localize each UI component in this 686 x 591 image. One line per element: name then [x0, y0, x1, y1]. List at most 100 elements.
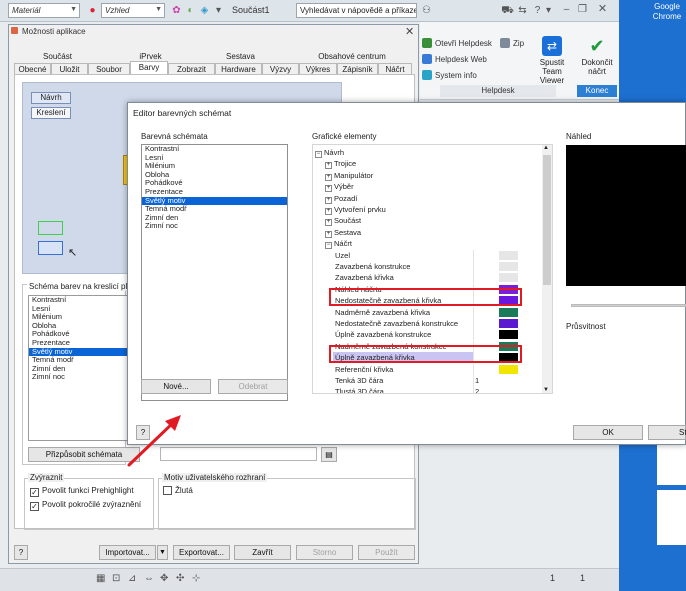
line-width-value[interactable]: 1 [475, 375, 479, 386]
prehighlight-checkbox[interactable]: ✓ Povolit funkci Prehighlight [30, 486, 134, 497]
expand-icon[interactable]: + [325, 230, 332, 238]
tree-row[interactable]: Zavazbená křivka [313, 272, 543, 284]
dimension-icon[interactable]: ⇔ [144, 573, 154, 584]
collapse-icon[interactable]: − [325, 242, 332, 250]
connect-icon[interactable]: ⇆ [516, 4, 529, 17]
expand-icon[interactable]: + [325, 185, 332, 193]
color-swatch[interactable] [499, 364, 518, 374]
new-scheme-button[interactable]: Nové... [141, 379, 211, 394]
remove-scheme-button[interactable]: Odebrat [218, 379, 288, 394]
apply-button[interactable]: Použít [358, 545, 415, 560]
tree-row[interactable]: + Výběr [313, 181, 543, 193]
preview-drawing-button[interactable]: Kreslení [31, 107, 71, 119]
chrome-shortcut-label[interactable]: Google Chrome [648, 2, 686, 22]
tree-row[interactable]: Nadměrně zavazbená křivka [313, 306, 543, 318]
tree-row[interactable]: − Návrh [313, 147, 543, 158]
tab-sestava[interactable]: Sestava [213, 51, 268, 62]
clear-appearance-icon[interactable]: ◐ [184, 4, 197, 17]
tree-row[interactable]: + Součást [313, 215, 543, 227]
move-icon[interactable]: ✣ [176, 573, 184, 584]
finish-sketch-button[interactable]: ✔ Dokončit náčrt [577, 36, 617, 76]
tab-hardware[interactable]: Hardware [215, 63, 262, 74]
list-item[interactable]: Kontrastní [142, 144, 287, 154]
tab-zapisnik[interactable]: Zápisník [337, 63, 378, 74]
expand-icon[interactable]: + [325, 173, 332, 181]
tab-vyzvy[interactable]: Výzvy [262, 63, 299, 74]
grid-icon[interactable]: ▦ [96, 573, 105, 584]
tree-scrollbar[interactable]: ▲ ▼ [542, 145, 552, 393]
zip-button[interactable]: Zip [500, 38, 524, 48]
tree-row[interactable]: + Vytvoření prvku [313, 204, 543, 215]
user-icon[interactable]: ⚇ [420, 4, 433, 17]
scrollbar-thumb[interactable] [543, 155, 551, 285]
close-button[interactable]: Zavřít [234, 545, 291, 560]
list-item[interactable]: Zimní noc [29, 373, 127, 382]
expand-icon[interactable]: + [325, 208, 332, 215]
tree-row[interactable]: − Náčrt [313, 238, 543, 250]
color-swatch[interactable] [499, 307, 518, 317]
expand-icon[interactable]: + [325, 162, 332, 170]
close-icon[interactable]: ✕ [405, 25, 414, 38]
team-viewer-button[interactable]: ⇄ Spustit Team Viewer [530, 36, 574, 85]
expand-icon[interactable]: + [325, 219, 332, 227]
system-info-button[interactable]: System info [422, 70, 477, 80]
tree-row[interactable]: Zavazbená konstrukce [313, 261, 543, 272]
color-override-icon[interactable]: ✿ [170, 4, 183, 17]
tab-nacrt[interactable]: Náčrt [378, 63, 412, 74]
collapse-icon[interactable]: − [315, 151, 322, 158]
cancel-button[interactable]: Storno [296, 545, 353, 560]
cancel-button[interactable]: Sto [648, 425, 686, 440]
open-helpdesk-button[interactable]: Otevři Helpdesk [422, 38, 492, 48]
tree-row[interactable]: Referenční křivka [313, 363, 543, 375]
material-combo[interactable]: Materiál ▼ [8, 3, 80, 18]
restore-icon[interactable]: ❐ [576, 3, 589, 16]
schema-list[interactable]: Kontrastní Lesní Milénium Obloha Pohádko… [28, 295, 128, 441]
chevron-up-icon[interactable]: ▲ [543, 145, 549, 151]
more-appearance-icon[interactable]: ▾ [212, 4, 225, 17]
tab-soucast[interactable]: Součást [30, 51, 85, 62]
tab-vykres[interactable]: Výkres [299, 63, 337, 74]
tree-row[interactable]: + Trojice [313, 158, 543, 170]
snap-icon[interactable]: ⊡ [112, 573, 120, 584]
tree-row[interactable]: Nedostatečně zavazbená konstrukce [313, 318, 543, 329]
list-item[interactable]: Zimní noc [142, 222, 287, 231]
tab-ulozit[interactable]: Uložit [51, 63, 88, 74]
tree-row[interactable]: + Pozadí [313, 193, 543, 204]
tree-row[interactable]: + Manipulátor [313, 170, 543, 181]
transparency-slider[interactable] [571, 304, 686, 307]
close-icon[interactable]: ✕ [596, 3, 609, 16]
expand-icon[interactable]: + [325, 196, 332, 204]
appearance-combo[interactable]: Vzhled ▼ [101, 3, 165, 18]
tree-row[interactable]: Tlustá 3D čára 2 [313, 386, 543, 393]
advanced-highlight-checkbox[interactable]: ✓ Povolit pokročilé zvýraznění [30, 500, 141, 511]
tab-zobrazit[interactable]: Zobrazit [168, 63, 215, 74]
tab-obsahove-centrum[interactable]: Obsahové centrum [312, 51, 392, 62]
color-swatch[interactable] [499, 262, 518, 271]
ok-button[interactable]: OK [573, 425, 643, 440]
helpdesk-web-button[interactable]: Helpdesk Web [422, 54, 487, 64]
preview-design-button[interactable]: Návrh [31, 92, 71, 104]
editor-scheme-list[interactable]: Kontrastní Lesní Milénium Obloha Pohádko… [141, 144, 288, 401]
chevron-down-icon[interactable]: ▼ [157, 545, 168, 560]
help-icon[interactable]: ? [14, 545, 28, 560]
chevron-down-icon[interactable]: ▼ [543, 387, 549, 393]
export-button[interactable]: Exportovat... [173, 545, 230, 560]
import-button[interactable]: Importovat... [99, 545, 156, 560]
customize-schemes-button[interactable]: Přizpůsobit schémata [28, 447, 140, 462]
line-width-value[interactable]: 2 [475, 386, 479, 393]
tree-row[interactable]: + Sestava [313, 227, 543, 238]
tab-barvy[interactable]: Barvy [130, 61, 168, 75]
tab-obecne[interactable]: Obecné [14, 63, 51, 74]
yellow-theme-checkbox[interactable]: Žlutá [163, 486, 193, 495]
color-swatch[interactable] [499, 273, 518, 283]
view-icon[interactable]: ⊹ [192, 573, 200, 584]
chevron-down-icon[interactable]: ▾ [542, 4, 555, 17]
tree-row[interactable]: Úplně zavazbená konstrukce [313, 329, 543, 341]
tree-row[interactable]: Tenká 3D čára 1 [313, 375, 543, 386]
pan-icon[interactable]: ✥ [160, 573, 168, 584]
tab-soubor[interactable]: Soubor [88, 63, 130, 74]
color-swatch[interactable] [499, 330, 518, 340]
browse-icon[interactable]: ▤ [321, 447, 337, 462]
color-swatch[interactable] [499, 319, 518, 328]
cart-icon[interactable]: ⛟ [501, 4, 514, 17]
